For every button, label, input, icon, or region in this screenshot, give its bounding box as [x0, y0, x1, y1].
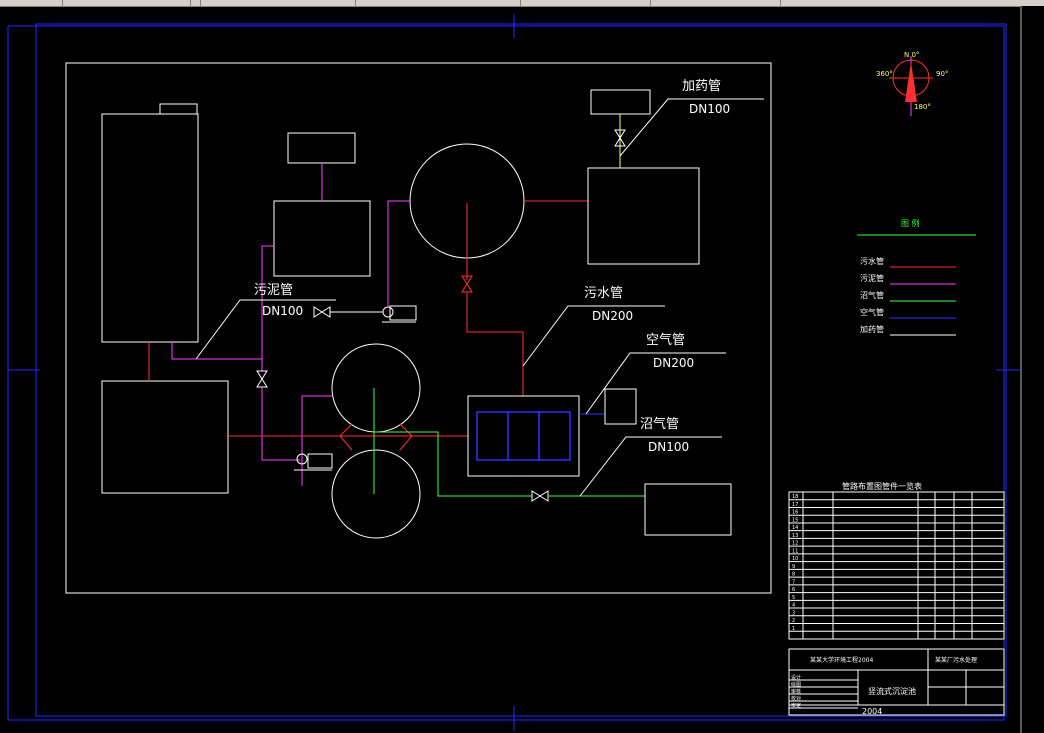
blower-box	[604, 388, 637, 425]
compass-east: 90°	[936, 70, 948, 78]
sewage-pipe-segment	[399, 423, 413, 451]
digester-lower	[331, 449, 421, 539]
small-equipment-box	[287, 132, 356, 164]
parts-table-title: 管路布置图管件一览表	[842, 481, 922, 491]
biogas-pipe-size: DN100	[648, 440, 689, 454]
sludge-pipe-segment	[261, 387, 300, 461]
sludge-pipe-segment	[387, 200, 410, 306]
legend-item-label: 污水管	[860, 256, 884, 266]
plant-site-boundary	[65, 62, 772, 594]
title-block-drawing-name: 竖流式沉淀池	[868, 686, 916, 696]
parts-row-number: 3	[792, 610, 795, 616]
legend-item-label: 沼气管	[860, 290, 884, 300]
pump-icon	[294, 453, 333, 471]
air-pipe-size: DN200	[653, 356, 694, 370]
parts-row-number: 13	[792, 533, 798, 539]
valve-icon	[531, 490, 541, 502]
legend-item-label: 空气管	[860, 307, 884, 317]
dosing-tank	[587, 167, 700, 265]
parts-row-number: 12	[792, 541, 798, 547]
valve-icon	[461, 283, 473, 293]
cad-drawing-canvas[interactable]: 污泥管 DN100 污水管 DN200 空气管 DN200 沼气管 DN100 …	[0, 6, 1020, 733]
valve-icon	[321, 306, 331, 318]
legend-item-label: 污泥管	[860, 273, 884, 283]
parts-row-number: 16	[792, 510, 798, 516]
sheet-inner-frame	[35, 23, 1007, 717]
tank-tall-left	[101, 113, 199, 343]
aeration-tank	[467, 395, 580, 477]
title-block-org: 某某厂污水处理	[935, 656, 977, 664]
dosing-pipe-size: DN100	[689, 102, 730, 116]
sewage-pipe-segment	[466, 292, 524, 396]
valve-icon	[313, 306, 323, 318]
compass-south: 180°	[914, 103, 931, 111]
pipe-legend: 图 例 污水管污泥管沼气管空气管加药管	[857, 218, 976, 336]
sludge-pipe-label: 污泥管	[254, 283, 293, 298]
parts-row-number: 10	[792, 556, 798, 562]
parts-row-number: 15	[792, 517, 798, 523]
parts-row-number: 11	[792, 548, 798, 554]
compass-rose: N 0° 360° 90° 180°	[876, 51, 948, 116]
valve-icon	[256, 378, 268, 388]
parts-table: 管路布置图管件一览表 181716151413121110987654321	[788, 481, 1005, 640]
parts-row-number: 6	[792, 587, 795, 593]
tank-lower-left	[101, 380, 229, 494]
legend-item-label: 加药管	[860, 324, 884, 334]
parts-row-number: 4	[792, 603, 795, 609]
title-block-year: 2004	[862, 707, 882, 716]
air-pipe-label: 空气管	[646, 332, 685, 348]
sludge-pipe-segment	[301, 395, 332, 486]
sewage-pipe-label: 污水管	[584, 286, 623, 301]
parts-row-number: 5	[792, 595, 795, 601]
pump-icon	[382, 305, 417, 323]
parts-row-number: 7	[792, 579, 795, 585]
valve-icon	[539, 490, 549, 502]
sludge-pipe-size: DN100	[262, 304, 303, 318]
parts-row-number: 14	[792, 525, 798, 531]
biogas-holder	[644, 483, 732, 536]
compass-west: 360°	[876, 70, 893, 78]
digester-upper	[331, 343, 421, 433]
tank-tall-left-cap	[159, 103, 198, 115]
parts-row-number: 2	[792, 618, 795, 624]
dosing-pipe-label: 加药管	[682, 79, 721, 94]
sewage-pipe-size: DN200	[592, 309, 633, 323]
title-block-school: 某某大学环境工程2004	[810, 656, 873, 664]
sludge-pipe-segment	[171, 342, 262, 360]
title-block: 设计绘图审核校对审定 某某大学环境工程2004 某某厂污水处理 竖流式沉淀池 2…	[788, 648, 1005, 716]
biogas-pipe-label: 沼气管	[640, 416, 679, 432]
sludge-tank	[273, 200, 371, 277]
sewage-pipe-segment	[339, 423, 353, 451]
parts-row-number: 1	[792, 626, 795, 632]
valve-icon	[256, 370, 268, 380]
dosing-box	[590, 89, 651, 115]
north-arrow-icon	[905, 62, 917, 102]
aeration-cell-group	[476, 411, 571, 461]
parts-row-number: 18	[792, 494, 798, 500]
parts-row-number: 8	[792, 572, 795, 578]
parts-row-number: 17	[792, 502, 798, 508]
compass-north: N 0°	[904, 51, 919, 59]
parts-row-number: 9	[792, 564, 795, 570]
legend-title: 图 例	[901, 218, 920, 228]
vertical-scrollbar[interactable]	[1020, 6, 1044, 733]
